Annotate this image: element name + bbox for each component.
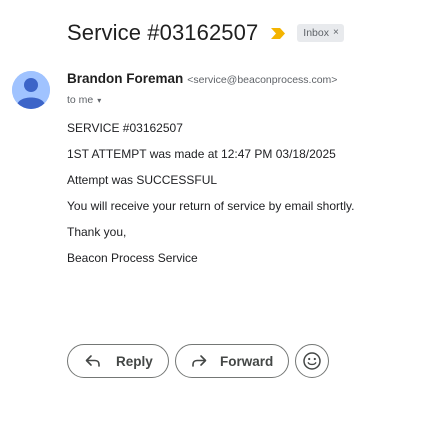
remove-label-icon[interactable]: × <box>333 26 339 40</box>
body-line-notice: You will receive your return of service … <box>67 199 355 213</box>
emoji-reaction-button[interactable] <box>295 344 329 378</box>
body-line-status: Attempt was SUCCESSFUL <box>67 173 218 187</box>
important-marker-icon[interactable] <box>270 27 287 40</box>
message-actions: Reply Forward <box>67 344 329 378</box>
inbox-label-chip: Inbox × <box>297 24 344 42</box>
recipient-text: to me <box>67 94 94 106</box>
recipient-details-toggle[interactable]: to me ▾ <box>67 94 101 106</box>
chevron-down-icon: ▾ <box>97 95 102 105</box>
forward-icon <box>190 352 208 370</box>
email-body: SERVICE #03162507 1ST ATTEMPT was made a… <box>67 121 417 277</box>
label-chip-text: Inbox <box>303 27 329 39</box>
forward-label: Forward <box>220 353 274 369</box>
body-line-service: SERVICE #03162507 <box>67 121 183 135</box>
body-line-thanks: Thank you, <box>67 225 127 239</box>
reply-label: Reply <box>116 353 153 369</box>
email-header: Service #03162507 Inbox × <box>67 20 344 46</box>
sender-avatar[interactable] <box>12 71 50 109</box>
sender-name[interactable]: Brandon Foreman <box>67 71 183 86</box>
body-line-attempt: 1ST ATTEMPT was made at 12:47 PM 03/18/2… <box>67 147 336 161</box>
emoji-reaction-icon <box>303 352 321 370</box>
sender-email: <service@beaconprocess.com> <box>187 74 338 86</box>
body-line-signature: Beacon Process Service <box>67 251 198 265</box>
reply-button[interactable]: Reply <box>67 344 169 378</box>
sender-line: Brandon Foreman <service@beaconprocess.c… <box>67 71 337 86</box>
person-icon <box>12 71 50 109</box>
email-subject: Service #03162507 <box>67 20 259 45</box>
forward-button[interactable]: Forward <box>175 344 289 378</box>
reply-icon <box>84 352 102 370</box>
